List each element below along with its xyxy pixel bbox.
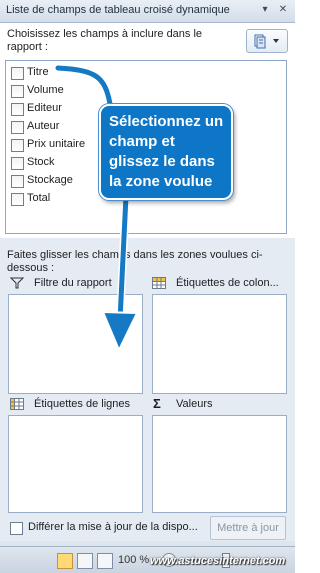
field-checkbox[interactable] [11,121,24,134]
pane-titlebar: Liste de champs de tableau croisé dynami… [0,0,295,23]
drag-instruction-label: Faites glisser les champs dans les zones… [7,249,263,274]
field-label: Titre [27,66,49,78]
field-label: Stock [27,156,55,168]
field-label: Auteur [27,120,60,132]
field-checkbox[interactable] [11,67,24,80]
callout-text: Sélectionnez un champ et glissez le dans… [109,113,224,190]
layout-options-icon [254,34,279,49]
close-icon[interactable]: ✕ [276,3,290,17]
field-label: Total [27,192,51,204]
page-layout-view-icon[interactable] [77,553,93,569]
field-checkbox[interactable] [11,139,24,152]
field-label: Editeur [27,102,62,114]
column-labels-drop-zone[interactable] [152,294,287,394]
field-checkbox[interactable] [11,157,24,170]
field-label: Volume [27,84,64,96]
layout-options-button[interactable] [246,29,288,53]
pane-title: Liste de champs de tableau croisé dynami… [6,4,230,16]
row-grid-icon [10,398,24,410]
field-checkbox[interactable] [11,85,24,98]
filter-icon [10,277,24,289]
defer-update-checkbox[interactable] [10,522,23,535]
column-labels-label: Étiquettes de colon... [176,277,279,289]
areas-section: Faites glisser les champs dans les zones… [0,238,295,541]
field-checkbox[interactable] [11,193,24,206]
watermark: www.astucesinternet.com [150,555,286,567]
normal-view-icon[interactable] [57,553,73,569]
column-grid-icon [152,277,166,289]
field-checkbox[interactable] [11,103,24,116]
zoom-level: 100 % [118,554,150,566]
pivot-field-list-pane: Liste de champs de tableau croisé dynami… [0,0,295,573]
field-label: Stockage [27,174,73,186]
dropdown-arrow-icon[interactable]: ▾ [258,3,272,17]
page-break-view-icon[interactable] [97,553,113,569]
report-filter-label: Filtre du rapport [34,277,112,289]
values-drop-zone[interactable] [152,415,287,513]
choose-fields-label: Choisissez les champs à inclure dans le … [7,28,203,53]
defer-update-label: Différer la mise à jour de la dispo... [28,521,198,533]
report-filter-drop-zone[interactable] [8,294,143,394]
sigma-icon: Σ [153,396,161,411]
field-checkbox[interactable] [11,175,24,188]
values-label: Valeurs [176,398,213,410]
update-button[interactable]: Mettre à jour [210,516,286,540]
row-labels-label: Étiquettes de lignes [34,398,131,410]
row-labels-drop-zone[interactable] [8,415,143,513]
field-label: Prix unitaire [27,138,86,150]
instruction-callout: Sélectionnez un champ et glissez le dans… [99,104,233,200]
